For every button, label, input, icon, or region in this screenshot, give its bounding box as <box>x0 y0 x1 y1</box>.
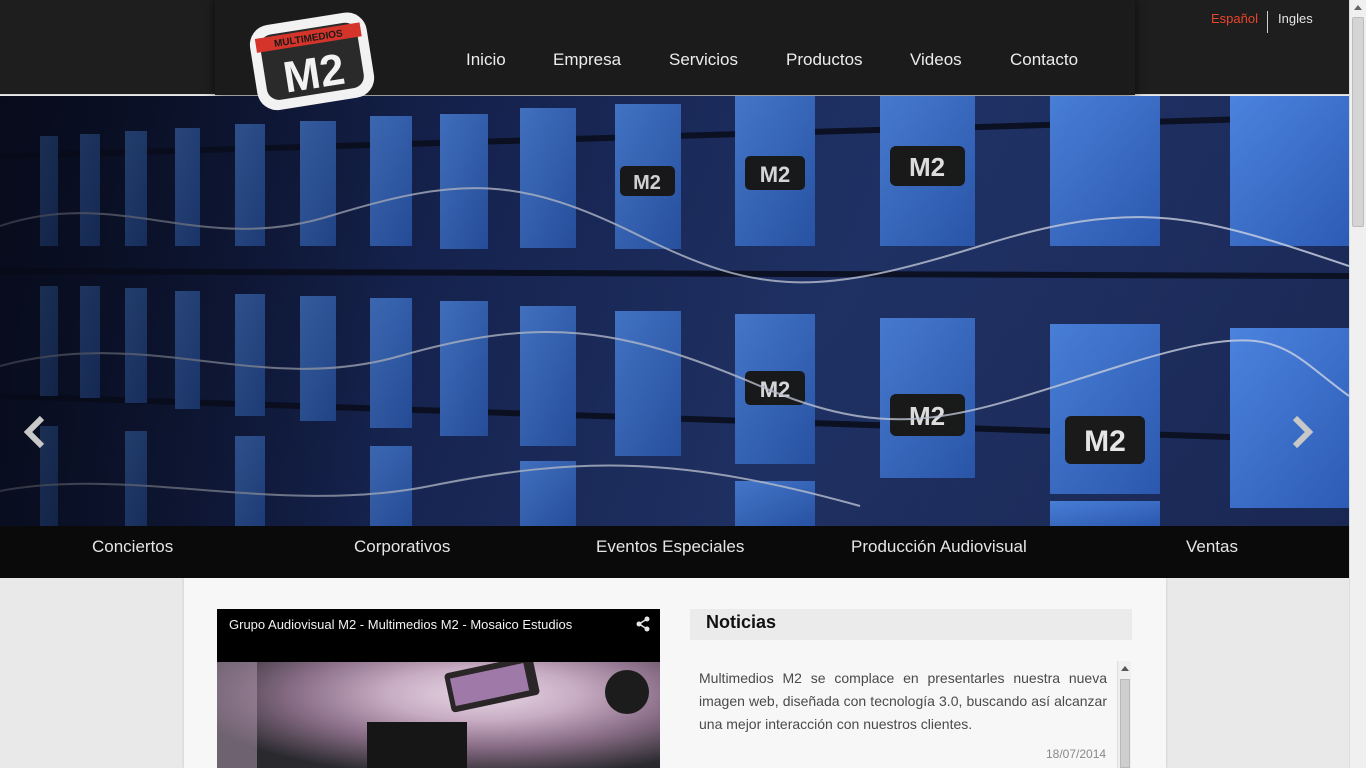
lang-english[interactable]: Ingles <box>1278 11 1313 26</box>
lang-spanish[interactable]: Español <box>1211 11 1258 26</box>
top-bar: MULTIMEDIOS M2 <box>0 0 1349 111</box>
logo-icon: MULTIMEDIOS M2 <box>249 12 375 111</box>
scroll-up-icon[interactable] <box>1119 664 1131 674</box>
nav-servicios[interactable]: Servicios <box>669 50 738 70</box>
video-player[interactable]: Grupo Audiovisual M2 - Multimedios M2 - … <box>217 609 660 768</box>
chevron-left-icon[interactable] <box>20 414 50 450</box>
category-produccion-audiovisual[interactable]: Producción Audiovisual <box>851 537 1027 557</box>
nav-productos[interactable]: Productos <box>786 50 863 70</box>
category-conciertos[interactable]: Conciertos <box>92 537 173 557</box>
nav-contacto[interactable]: Contacto <box>1010 50 1078 70</box>
video-title[interactable]: Grupo Audiovisual M2 - Multimedios M2 - … <box>229 617 572 632</box>
header-inner: MULTIMEDIOS M2 <box>215 0 1135 111</box>
hero-image: M2 M2 M2 M2 M2 M2 <box>0 96 1349 526</box>
nav-empresa[interactable]: Empresa <box>553 50 621 70</box>
logo-mark: M2 <box>280 45 348 103</box>
news-header: Noticias <box>690 609 1132 640</box>
category-ventas[interactable]: Ventas <box>1186 537 1238 557</box>
page-scroll-thumb[interactable] <box>1352 17 1364 227</box>
news-panel: Noticias Multimedios M2 se complace en p… <box>690 609 1132 768</box>
category-eventos-especiales[interactable]: Eventos Especiales <box>596 537 744 557</box>
lang-divider <box>1267 11 1268 33</box>
hero-slider[interactable]: M2 M2 M2 M2 M2 M2 <box>0 96 1349 526</box>
category-corporativos[interactable]: Corporativos <box>354 537 450 557</box>
news-item-date: 18/07/2014 <box>1046 747 1107 761</box>
site-logo[interactable]: MULTIMEDIOS M2 <box>245 4 383 118</box>
nav-inicio[interactable]: Inicio <box>466 50 506 70</box>
news-heading: Noticias <box>706 612 777 632</box>
news-scrollbar[interactable] <box>1117 661 1131 768</box>
chevron-right-icon[interactable] <box>1287 414 1317 450</box>
share-icon[interactable] <box>635 616 651 632</box>
page-scrollbar[interactable] <box>1349 0 1366 768</box>
news-scroll-thumb[interactable] <box>1120 679 1130 768</box>
news-item-text: Multimedios M2 se complace en presentarl… <box>699 670 1107 732</box>
scroll-up-icon[interactable] <box>1354 5 1362 10</box>
nav-videos[interactable]: Videos <box>910 50 962 70</box>
video-thumbnail[interactable] <box>217 655 660 768</box>
